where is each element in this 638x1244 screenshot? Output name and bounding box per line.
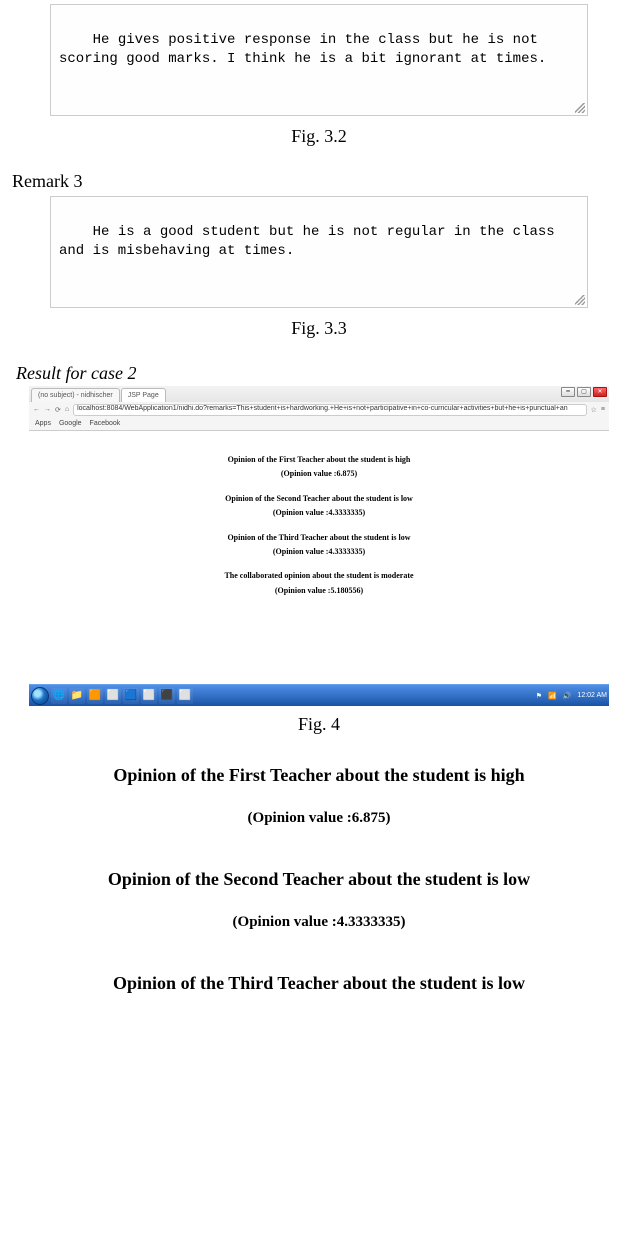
result-collab-line: The collaborated opinion about the stude… [33, 571, 605, 581]
address-bar[interactable]: localhost:8084/WebApplication1/nidhi.do?… [73, 404, 587, 416]
window-maximize-button[interactable]: ▢ [577, 387, 591, 397]
facebook-bookmark[interactable]: Facebook [90, 420, 121, 427]
remark-textarea-1[interactable]: He gives positive response in the class … [50, 4, 588, 116]
taskbar-app-icon-5[interactable]: ⬛ [159, 688, 175, 704]
result-teacher2-value: (Opinion value :4.3333335) [33, 508, 605, 518]
figure-caption-3-3: Fig. 3.3 [0, 318, 638, 339]
remark-text-2: He is a good student but he is not regul… [59, 224, 563, 260]
taskbar-app-icon-1[interactable]: 🟧 [87, 688, 103, 704]
browser-tab-1[interactable]: (no subject) - nidhischer [31, 388, 120, 402]
result-case-2-label: Result for case 2 [16, 363, 638, 384]
apps-shortcut[interactable]: Apps [35, 420, 51, 427]
browser-tab-1-label: (no subject) - nidhischer [38, 392, 113, 399]
figure-caption-3-2: Fig. 3.2 [0, 126, 638, 147]
figure-caption-4: Fig. 4 [0, 714, 638, 735]
star-icon[interactable]: ☆ [591, 406, 597, 414]
result-teacher3-line: Opinion of the Third Teacher about the s… [33, 533, 605, 543]
tray-flag-icon[interactable]: ⚑ [536, 692, 542, 700]
browser-tab-2[interactable]: JSP Page [121, 388, 166, 402]
tray-network-icon[interactable]: 📶 [548, 692, 557, 700]
browser-tab-2-label: JSP Page [128, 392, 159, 399]
browser-window: ━ ▢ ✕ (no subject) - nidhischer JSP Page… [29, 386, 609, 644]
google-bookmark[interactable]: Google [59, 420, 82, 427]
menu-icon[interactable]: ≡ [601, 406, 605, 413]
taskbar-ie-icon[interactable]: 🌐 [51, 688, 67, 704]
browser-page-content: Opinion of the First Teacher about the s… [29, 431, 609, 644]
result-teacher1-value: (Opinion value :6.875) [33, 469, 605, 479]
resize-grip-icon[interactable] [575, 103, 585, 113]
window-close-button[interactable]: ✕ [593, 387, 607, 397]
result-collab-value: (Opinion value :5.180556) [33, 586, 605, 596]
resize-grip-icon[interactable] [575, 295, 585, 305]
tray-sound-icon[interactable]: 🔊 [563, 692, 572, 700]
address-url: localhost:8084/WebApplication1/nidhi.do?… [77, 405, 568, 412]
result-teacher3-value: (Opinion value :4.3333335) [33, 547, 605, 557]
back-icon[interactable]: ← [33, 406, 40, 413]
taskbar-clock: 12:02 AM [577, 692, 607, 699]
zoom-teacher1-value: (Opinion value :6.875) [0, 810, 638, 827]
taskbar-app-icon-4[interactable]: ⬜ [141, 688, 157, 704]
window-minimize-button[interactable]: ━ [561, 387, 575, 397]
result-teacher2-line: Opinion of the Second Teacher about the … [33, 494, 605, 504]
home-icon[interactable]: ⌂ [65, 406, 69, 413]
zoom-teacher3-line: Opinion of the Third Teacher about the s… [0, 973, 638, 994]
taskbar-app-icon-3[interactable]: 🟦 [123, 688, 139, 704]
zoom-result-block: Opinion of the First Teacher about the s… [0, 765, 638, 994]
zoom-teacher1-line: Opinion of the First Teacher about the s… [0, 765, 638, 786]
windows-taskbar: 🌐 📁 🟧 ⬜ 🟦 ⬜ ⬛ ⬜ ⚑ 📶 🔊 12:02 AM [29, 684, 609, 706]
remark-textarea-2[interactable]: He is a good student but he is not regul… [50, 196, 588, 308]
taskbar-app-icon-2[interactable]: ⬜ [105, 688, 121, 704]
taskbar-app-icon-6[interactable]: ⬜ [177, 688, 193, 704]
reload-icon[interactable]: ⟳ [55, 406, 61, 414]
taskbar-explorer-icon[interactable]: 📁 [69, 688, 85, 704]
zoom-teacher2-value: (Opinion value :4.3333335) [0, 914, 638, 931]
forward-icon[interactable]: → [44, 406, 51, 413]
start-button[interactable] [31, 687, 49, 705]
remark-text-1: He gives positive response in the class … [59, 32, 546, 68]
zoom-teacher2-line: Opinion of the Second Teacher about the … [0, 869, 638, 890]
result-teacher1-line: Opinion of the First Teacher about the s… [33, 455, 605, 465]
remark-3-label: Remark 3 [12, 171, 638, 192]
